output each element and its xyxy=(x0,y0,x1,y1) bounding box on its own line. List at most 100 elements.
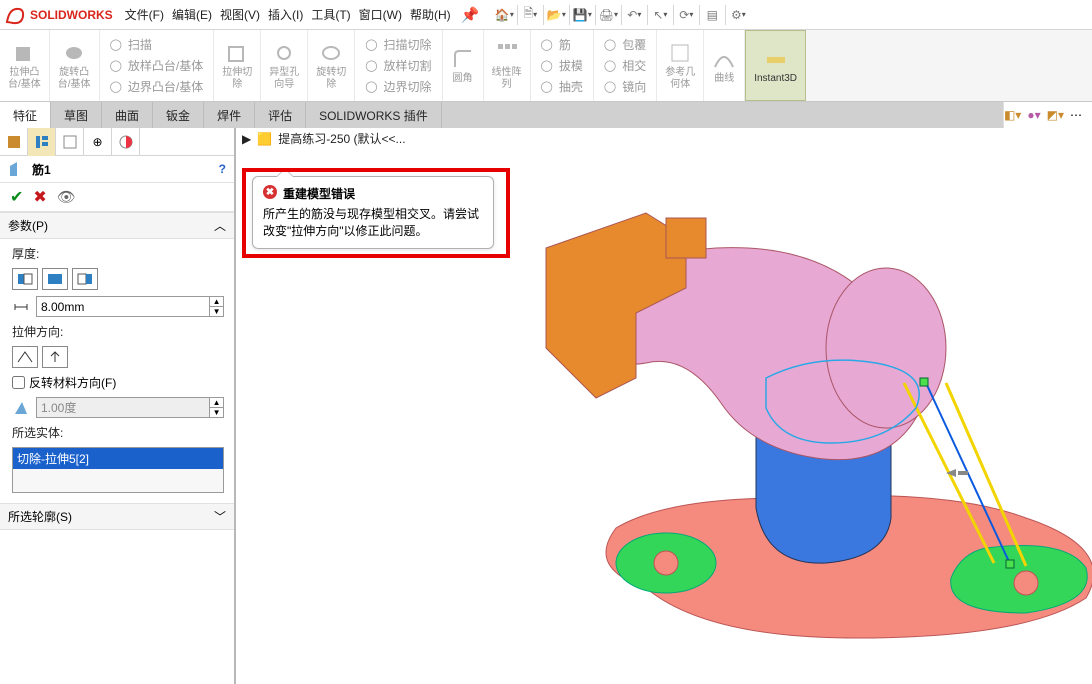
thickness-side2-button[interactable] xyxy=(72,268,98,290)
view-cube-icon[interactable]: ◩▾ xyxy=(1047,108,1064,122)
menu-window[interactable]: 窗口(W) xyxy=(355,6,406,23)
graphics-viewport[interactable]: ▶ 🟨 提高练习-250 (默认<<... ✖ 重建模型错误 所产生的筋没与现存… xyxy=(236,128,1092,684)
error-title: 重建模型错误 xyxy=(283,185,355,202)
tab-addins[interactable]: SOLIDWORKS 插件 xyxy=(306,102,442,128)
panel-confirm-row: ✔ ✖ 👁 xyxy=(0,183,234,212)
thickness-down[interactable]: ▼ xyxy=(210,307,223,316)
btn-wrap[interactable]: ◯ 包覆 xyxy=(604,36,646,53)
draft-input xyxy=(36,397,209,418)
settings-gear-icon[interactable]: ⚙▾ xyxy=(725,2,751,28)
document-name[interactable]: 提高练习-250 (默认<<... xyxy=(278,130,405,147)
flyout-feature-tree[interactable]: ▶ 🟨 提高练习-250 (默认<<... xyxy=(242,130,406,147)
new-file-icon[interactable]: 🗎▾ xyxy=(517,2,543,28)
select-icon[interactable]: ↖▾ xyxy=(647,2,673,28)
selected-entity-item[interactable]: 切除-拉伸5[2] xyxy=(13,448,223,469)
thickness-both-button[interactable] xyxy=(42,268,68,290)
tab-sheetmetal[interactable]: 钣金 xyxy=(153,102,204,128)
btn-revolve-boss[interactable]: 旋转凸 台/基体 xyxy=(50,30,100,101)
thickness-side1-button[interactable] xyxy=(12,268,38,290)
draft-down: ▼ xyxy=(210,408,223,417)
tab-weldments[interactable]: 焊件 xyxy=(204,102,255,128)
tab-sketch[interactable]: 草图 xyxy=(51,102,102,128)
side-tab-property-manager[interactable] xyxy=(28,128,56,156)
open-file-icon[interactable]: 📂▾ xyxy=(543,2,569,28)
reverse-material-input[interactable] xyxy=(12,376,25,389)
btn-curve[interactable]: 曲线 xyxy=(704,30,745,101)
menu-view[interactable]: 视图(V) xyxy=(216,6,264,23)
params-body: 厚度: ▲▼ 拉伸方向: 反转材料方向(F) xyxy=(0,239,234,503)
btn-extrude-cut[interactable]: 拉伸切 除 xyxy=(214,30,261,101)
ok-button[interactable]: ✔ xyxy=(10,187,23,207)
preview-button[interactable]: 👁 xyxy=(57,188,76,206)
btn-sweep[interactable]: ◯ 扫描 xyxy=(110,36,204,53)
menu-insert[interactable]: 插入(I) xyxy=(264,6,307,23)
thickness-icon xyxy=(12,298,30,316)
side-tab-dimxpert[interactable]: ⊕ xyxy=(84,128,112,156)
btn-linear-pattern[interactable]: 线性阵 列 xyxy=(484,30,531,101)
btn-mirror[interactable]: ◯ 镜向 xyxy=(604,78,646,95)
selected-entities-list[interactable]: 切除-拉伸5[2] xyxy=(12,447,224,493)
reverse-material-checkbox[interactable]: 反转材料方向(F) xyxy=(12,374,224,391)
print-icon[interactable]: 🖨▾ xyxy=(595,2,621,28)
undo-icon[interactable]: ↶▾ xyxy=(621,2,647,28)
group-rib-wrap: ◯ 筋 ◯ 拔模 ◯ 抽壳 xyxy=(531,30,594,101)
btn-intersect[interactable]: ◯ 相交 xyxy=(604,57,646,74)
chevron-down-icon: ﹀ xyxy=(214,508,226,525)
btn-draft[interactable]: ◯ 拔模 xyxy=(541,57,583,74)
contours-header[interactable]: 所选轮廓(S) ﹀ xyxy=(0,503,234,530)
options-list-icon[interactable]: ▤ xyxy=(699,2,725,28)
chevron-up-icon: ︿ xyxy=(214,217,226,234)
side-tab-config[interactable] xyxy=(56,128,84,156)
model-render xyxy=(386,168,1092,684)
rib-feature-icon xyxy=(8,160,26,178)
view-settings-icon[interactable]: ⋯ xyxy=(1070,108,1082,122)
btn-boundary-cut[interactable]: ◯ 边界切除 xyxy=(365,78,431,95)
btn-sweep-cut[interactable]: ◯ 扫描切除 xyxy=(365,36,431,53)
btn-refgeo[interactable]: 参考几 何体 xyxy=(657,30,704,101)
tab-surface[interactable]: 曲面 xyxy=(102,102,153,128)
direction-normal-button[interactable] xyxy=(42,346,68,368)
home-icon[interactable]: 🏠▾ xyxy=(491,2,517,28)
menubar: SOLIDWORKS 文件(F) 编辑(E) 视图(V) 插入(I) 工具(T)… xyxy=(0,0,1092,30)
rebuild-icon[interactable]: ⟳▾ xyxy=(673,2,699,28)
cancel-button[interactable]: ✖ xyxy=(33,187,46,207)
reverse-material-label: 反转材料方向(F) xyxy=(29,374,116,391)
side-tab-display[interactable] xyxy=(112,128,140,156)
btn-loft[interactable]: ◯ 放样凸台/基体 xyxy=(110,57,204,74)
save-icon[interactable]: 💾▾ xyxy=(569,2,595,28)
btn-instant3d[interactable]: Instant3D xyxy=(745,30,806,101)
group-sweep-loft: ◯ 扫描 ◯ 放样凸台/基体 ◯ 边界凸台/基体 xyxy=(100,30,215,101)
app-name: SOLIDWORKS xyxy=(30,8,113,22)
thickness-spin[interactable]: ▲▼ xyxy=(36,296,224,317)
thickness-up[interactable]: ▲ xyxy=(210,297,223,307)
side-tabs: ⊕ xyxy=(0,128,234,156)
btn-loft-cut[interactable]: ◯ 放样切割 xyxy=(365,57,431,74)
btn-revolve-cut[interactable]: 旋转切 除 xyxy=(308,30,355,101)
btn-rib[interactable]: ◯ 筋 xyxy=(541,36,583,53)
menu-tools[interactable]: 工具(T) xyxy=(307,6,354,23)
side-tab-feature-tree[interactable] xyxy=(0,128,28,156)
tab-features[interactable]: 特征 xyxy=(0,102,51,128)
tab-evaluate[interactable]: 评估 xyxy=(255,102,306,128)
btn-shell[interactable]: ◯ 抽壳 xyxy=(541,78,583,95)
btn-boundary[interactable]: ◯ 边界凸台/基体 xyxy=(110,78,204,95)
menu-edit[interactable]: 编辑(E) xyxy=(168,6,216,23)
draft-angle-icon xyxy=(12,399,30,417)
direction-parallel-button[interactable] xyxy=(12,346,38,368)
help-icon[interactable]: ? xyxy=(219,162,226,176)
app-logo: SOLIDWORKS xyxy=(0,4,121,26)
btn-fillet[interactable]: 圆角 xyxy=(443,30,484,101)
menu-help[interactable]: 帮助(H) xyxy=(406,6,455,23)
menu-file[interactable]: 文件(F) xyxy=(121,6,168,23)
btn-extrude-boss[interactable]: 拉伸凸 台/基体 xyxy=(0,30,50,101)
contours-header-label: 所选轮廓(S) xyxy=(8,508,72,525)
ribbon-features: 拉伸凸 台/基体 旋转凸 台/基体 ◯ 扫描 ◯ 放样凸台/基体 ◯ 边界凸台/… xyxy=(0,30,1092,102)
params-header[interactable]: 参数(P) ︿ xyxy=(0,212,234,239)
thickness-input[interactable] xyxy=(36,296,209,317)
panel-title-row: 筋1 ? xyxy=(0,156,234,183)
appearance-icon[interactable]: ●▾ xyxy=(1027,108,1040,122)
pin-icon[interactable]: 📌 xyxy=(455,6,486,24)
btn-hole[interactable]: 异型孔 向导 xyxy=(261,30,308,101)
expand-tree-icon[interactable]: ▶ xyxy=(242,132,251,146)
display-state-icon[interactable]: ◧▾ xyxy=(1004,108,1021,122)
